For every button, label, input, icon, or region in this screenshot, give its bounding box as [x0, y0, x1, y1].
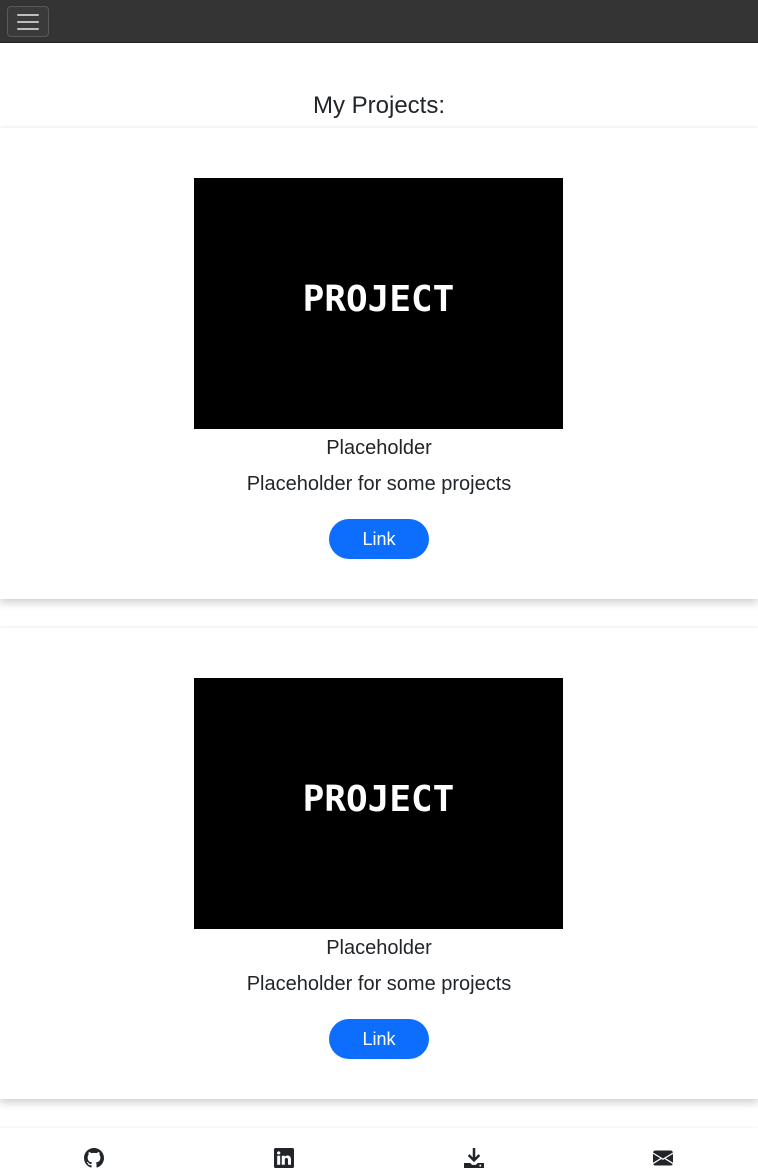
project-image: PROJECT [194, 678, 563, 929]
linkedin-icon[interactable] [273, 1147, 295, 1169]
footer [0, 1128, 758, 1171]
project-image-text: PROJECT [302, 779, 455, 820]
project-card: PROJECT Placeholder Placeholder for some… [0, 628, 758, 1099]
project-title: Placeholder [326, 437, 432, 459]
project-link-button[interactable]: Link [329, 1019, 429, 1059]
project-description: Placeholder for some projects [246, 473, 512, 495]
project-image: PROJECT [194, 178, 563, 429]
project-link-button[interactable]: Link [329, 519, 429, 559]
envelope-icon[interactable] [652, 1147, 674, 1169]
navbar-toggler-button[interactable] [7, 6, 49, 37]
download-icon[interactable] [463, 1147, 485, 1169]
project-image-text: PROJECT [302, 279, 455, 320]
navbar [0, 0, 758, 43]
page-title: My Projects: [312, 92, 446, 119]
project-card: PROJECT Placeholder Placeholder for some… [0, 128, 758, 599]
project-title: Placeholder [326, 937, 432, 959]
github-icon[interactable] [83, 1147, 105, 1169]
project-description: Placeholder for some projects [246, 973, 512, 995]
hamburger-menu-icon [17, 13, 39, 16]
